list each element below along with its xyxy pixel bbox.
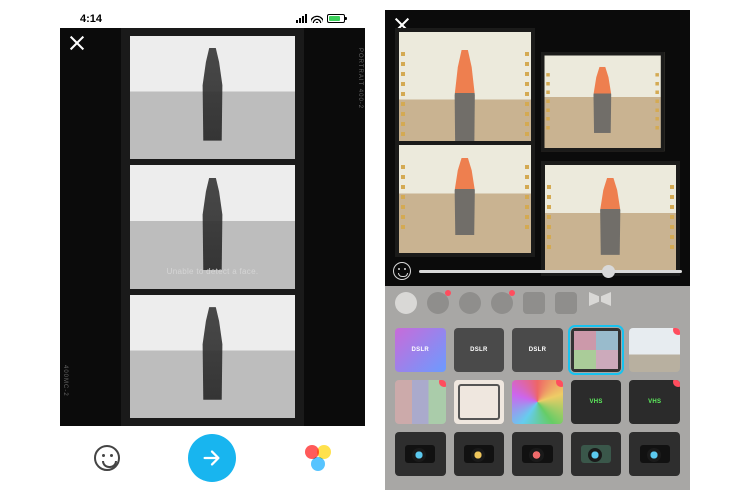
wifi-icon [311,14,323,23]
next-button[interactable] [188,434,236,482]
photo-frame[interactable] [541,161,681,276]
tool-magic[interactable] [459,292,481,314]
photo-frame[interactable] [541,52,664,151]
tool-sparkle[interactable] [491,292,513,314]
preset-cam-2[interactable] [454,432,505,476]
preset-vhs-2[interactable]: VHS [629,380,680,424]
arrow-right-icon [201,447,223,469]
preset-retro-strip[interactable] [395,380,446,424]
tool-beauty[interactable] [427,292,449,314]
preset-label: DSLR [529,347,547,353]
phone-right: DSLR DSLR DSLR VHS VHS [385,10,690,490]
photo-frame[interactable] [395,141,535,257]
slider-thumb[interactable] [602,265,615,278]
intensity-slider[interactable] [419,270,682,273]
preset-paint[interactable] [512,380,563,424]
preset-dslr-purple[interactable]: DSLR [395,328,446,372]
preset-cam-1[interactable] [395,432,446,476]
tool-frames[interactable] [587,292,613,314]
notify-dot-icon [509,290,515,296]
tool-camera[interactable] [523,292,545,314]
edit-canvas[interactable]: PORTRAIT 400-2 400MC-2 Unable to detect … [60,28,365,427]
notify-dot-icon [556,380,563,387]
preset-wide[interactable] [629,328,680,372]
overlay-message: Unable to detect a face. [60,267,365,276]
status-time: 4:14 [80,13,102,25]
preset-film-quad[interactable] [571,328,622,372]
stickers-button[interactable] [94,445,120,471]
preset-grid: DSLR DSLR DSLR VHS VHS [385,320,690,490]
preset-label: DSLR [412,347,430,353]
preset-dslr-1[interactable]: DSLR [454,328,505,372]
intensity-slider-row [393,260,682,282]
bottom-toolbar [60,426,365,490]
photo-frame[interactable] [130,36,295,160]
notify-dot-icon [673,380,680,387]
film-label-left: 400MC-2 [62,365,68,397]
tool-collage[interactable] [555,292,577,314]
film-label-right: PORTRAIT 400-2 [357,48,363,109]
preset-label: DSLR [470,347,488,353]
photo-frame[interactable] [130,295,295,419]
face-icon[interactable] [393,262,411,280]
status-bar: 4:14 [60,10,365,28]
preset-cam-5[interactable] [629,432,680,476]
notify-dot-icon [445,290,451,296]
preset-cam-4[interactable] [571,432,622,476]
filters-button[interactable] [305,445,331,471]
preset-label: VHS [648,399,661,405]
edit-canvas[interactable] [385,10,690,286]
status-indicators [296,14,345,23]
preset-cam-3[interactable] [512,432,563,476]
notify-dot-icon [439,380,446,387]
close-icon[interactable] [68,34,86,52]
battery-icon [327,14,345,23]
film-strip [121,28,304,427]
phone-left: 4:14 PORTRAIT 400-2 400MC-2 Unable to de… [60,10,365,490]
preset-dslr-2[interactable]: DSLR [512,328,563,372]
preset-label: VHS [589,399,602,405]
preset-crt[interactable] [454,380,505,424]
tool-stickers[interactable] [395,292,417,314]
notify-dot-icon [673,328,680,335]
preset-vhs-1[interactable]: VHS [571,380,622,424]
cellular-icon [296,14,307,23]
tool-row [385,286,690,320]
